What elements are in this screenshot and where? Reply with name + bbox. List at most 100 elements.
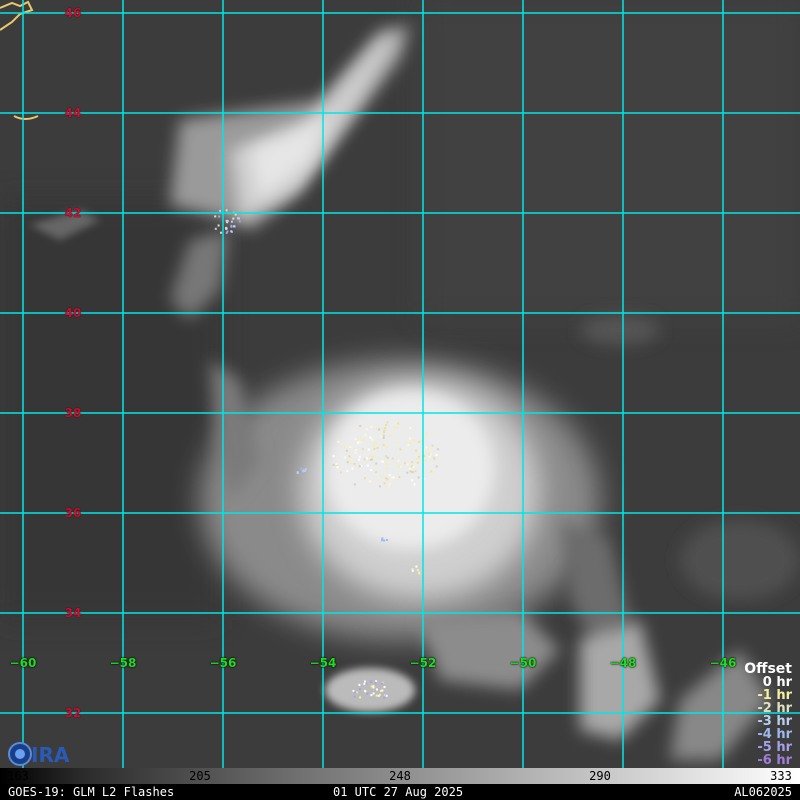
lightning-flash-dot [409, 437, 411, 440]
longitude-label: −54 [309, 656, 337, 670]
lightning-flash-dot [214, 227, 217, 230]
lightning-flash-dot [389, 434, 392, 437]
lightning-flash-dot [375, 471, 378, 474]
lightning-flash-dot [436, 448, 439, 451]
lightning-flash-dot [414, 470, 417, 473]
lightning-flash-dot [230, 225, 233, 228]
lightning-flash-dot [353, 463, 356, 465]
lightning-flash-dot [230, 220, 233, 223]
lightning-flash-dot [346, 470, 349, 473]
lightning-flash-dot [238, 217, 240, 220]
lightning-flash-dot [378, 485, 381, 488]
colorbar-tick: 333 [770, 769, 792, 783]
lightning-flash-dot [417, 476, 420, 479]
satellite-imagery [0, 0, 800, 768]
latitude-label: 32 [64, 706, 82, 720]
lightning-flash-dot [425, 432, 428, 435]
lightning-flash-dot [396, 426, 399, 429]
lightning-flash-dot [418, 440, 421, 443]
lightning-flash-dot [384, 427, 387, 429]
lightning-flash-dot [218, 215, 221, 218]
lightning-flash-dot [362, 439, 365, 442]
lightning-flash-dot [225, 227, 227, 230]
lightning-flash-dot [369, 436, 372, 439]
lightning-flash-dot [373, 444, 376, 447]
lightning-flash-dot [353, 695, 356, 698]
lightning-flash-dot [383, 696, 386, 699]
lightning-flash-dot [370, 680, 373, 683]
latitude-label: 36 [64, 506, 82, 520]
lightning-flash-dot [397, 459, 400, 462]
lightning-flash-dot [375, 694, 378, 697]
lightning-flash-dot [220, 231, 222, 234]
lightning-flash-dot [381, 539, 383, 542]
lightning-flash-dot [364, 690, 367, 693]
lightning-flash-dot [358, 683, 361, 686]
lightning-flash-dot [234, 213, 237, 216]
lightning-flash-dot [406, 471, 409, 474]
lightning-flash-dot [364, 434, 367, 437]
lightning-flash-dot [385, 462, 388, 465]
lightning-flash-dot [416, 569, 419, 571]
lightning-flash-dot [411, 461, 414, 464]
lightning-flash-dot [366, 692, 369, 695]
lightning-flash-dot [411, 471, 414, 474]
lightning-flash-dot [424, 459, 427, 462]
lightning-flash-dot [346, 461, 349, 464]
lightning-flash-dot [339, 471, 342, 474]
lightning-flash-dot [415, 458, 418, 460]
lightning-flash-dot [358, 688, 361, 690]
lightning-flash-dot [385, 467, 388, 470]
longitude-label: −56 [209, 656, 237, 670]
lightning-flash-dot [358, 455, 361, 458]
lightning-flash-dot [378, 428, 381, 431]
lightning-flash-dot [365, 682, 368, 685]
lightning-flash-dot [365, 428, 368, 431]
lightning-flash-dot [361, 448, 364, 451]
cira-logo: IRA [4, 738, 76, 768]
lightning-flash-dot [383, 431, 385, 434]
lightning-flash-dot [372, 692, 375, 695]
lightning-flash-dot [397, 422, 400, 425]
longitude-label: −52 [409, 656, 437, 670]
lightning-flash-dot [354, 451, 357, 454]
lightning-flash-dot [238, 220, 241, 223]
lightning-flash-dot [390, 476, 393, 479]
legend-item: -6 hr [757, 753, 792, 768]
footer-bar: GOES-19: GLM L2 Flashes 01 UTC 27 Aug 20… [0, 784, 800, 800]
lightning-flash-dot [354, 449, 357, 452]
lightning-flash-dot [357, 427, 360, 430]
lightning-flash-dot [214, 215, 217, 218]
lightning-flash-dot [425, 446, 428, 449]
lightning-flash-dot [384, 455, 387, 458]
latitude-label: 44 [64, 106, 82, 120]
lightning-flash-dot [407, 444, 410, 447]
lightning-flash-dot [370, 685, 373, 688]
longitude-label: −58 [109, 656, 137, 670]
lightning-flash-dot [385, 446, 388, 448]
lightning-flash-dot [302, 469, 305, 472]
lightning-flash-dot [374, 681, 377, 684]
lightning-flash-dot [429, 453, 432, 456]
latitude-label: 42 [64, 206, 82, 220]
lightning-flash-dot [375, 427, 378, 430]
lightning-flash-dot [398, 476, 401, 478]
lightning-flash-dot [383, 686, 386, 689]
lightning-flash-dot [349, 445, 352, 448]
lightning-flash-dot [426, 448, 429, 451]
lightning-flash-dot [367, 448, 370, 451]
lightning-flash-dot [335, 463, 338, 465]
lightning-flash-dot [343, 445, 346, 448]
svg-text:IRA: IRA [31, 743, 70, 767]
lightning-flash-dot [383, 482, 386, 485]
lightning-flash-dot [428, 455, 431, 458]
lightning-flash-dot [375, 442, 377, 445]
lightning-flash-dot [380, 460, 383, 463]
lightning-flash-dot [354, 691, 357, 694]
lightning-flash-dot [358, 465, 361, 468]
lightning-flash-dot [358, 441, 361, 444]
lightning-flash-dot [343, 456, 346, 459]
latitude-label: 40 [64, 306, 82, 320]
lightning-flash-dot [370, 425, 373, 428]
lightning-flash-dot [345, 449, 348, 452]
